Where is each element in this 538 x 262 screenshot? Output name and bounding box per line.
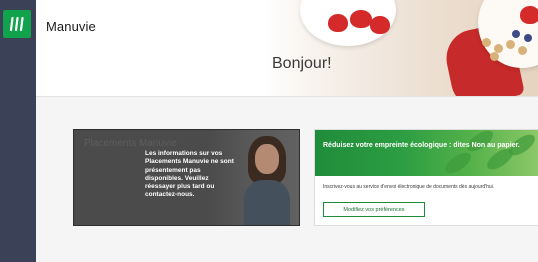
greeting-text: Bonjour! — [272, 55, 332, 72]
header: Manuvie Bonjour! — [36, 0, 538, 96]
paperless-card-description: Inscrivez-vous au service d'envoi électr… — [323, 184, 495, 190]
strawberry-image — [370, 16, 390, 34]
main-content: Manuvie Bonjour! Placements Manuvie Les … — [36, 0, 538, 262]
modify-preferences-button[interactable]: Modifiez vos préférences — [323, 202, 425, 217]
investments-card: Placements Manuvie Les informations sur … — [73, 129, 300, 226]
strawberry-image — [328, 14, 348, 32]
sidebar — [0, 0, 36, 262]
cereal-image — [482, 38, 491, 47]
manulife-logo-icon[interactable] — [3, 10, 31, 38]
strawberry-image — [350, 10, 372, 28]
header-divider — [36, 96, 538, 97]
blueberry-image — [512, 30, 520, 38]
advisor-photo — [242, 136, 292, 225]
cereal-image — [518, 46, 527, 55]
leaf-banner-image — [315, 130, 538, 176]
cereal-image — [506, 40, 515, 49]
cereal-image — [490, 52, 499, 61]
strawberry-image — [520, 6, 538, 24]
hero-banner: Bonjour! — [262, 0, 538, 96]
blueberry-image — [524, 34, 532, 42]
paperless-card-title: Réduisez votre empreinte écologique : di… — [323, 142, 520, 149]
paperless-card: Réduisez votre empreinte écologique : di… — [314, 129, 538, 226]
unavailable-message: Les informations sur vos Placements Manu… — [145, 150, 234, 199]
investments-card-title: Placements Manuvie — [84, 138, 177, 149]
brand-name: Manuvie — [46, 19, 96, 34]
